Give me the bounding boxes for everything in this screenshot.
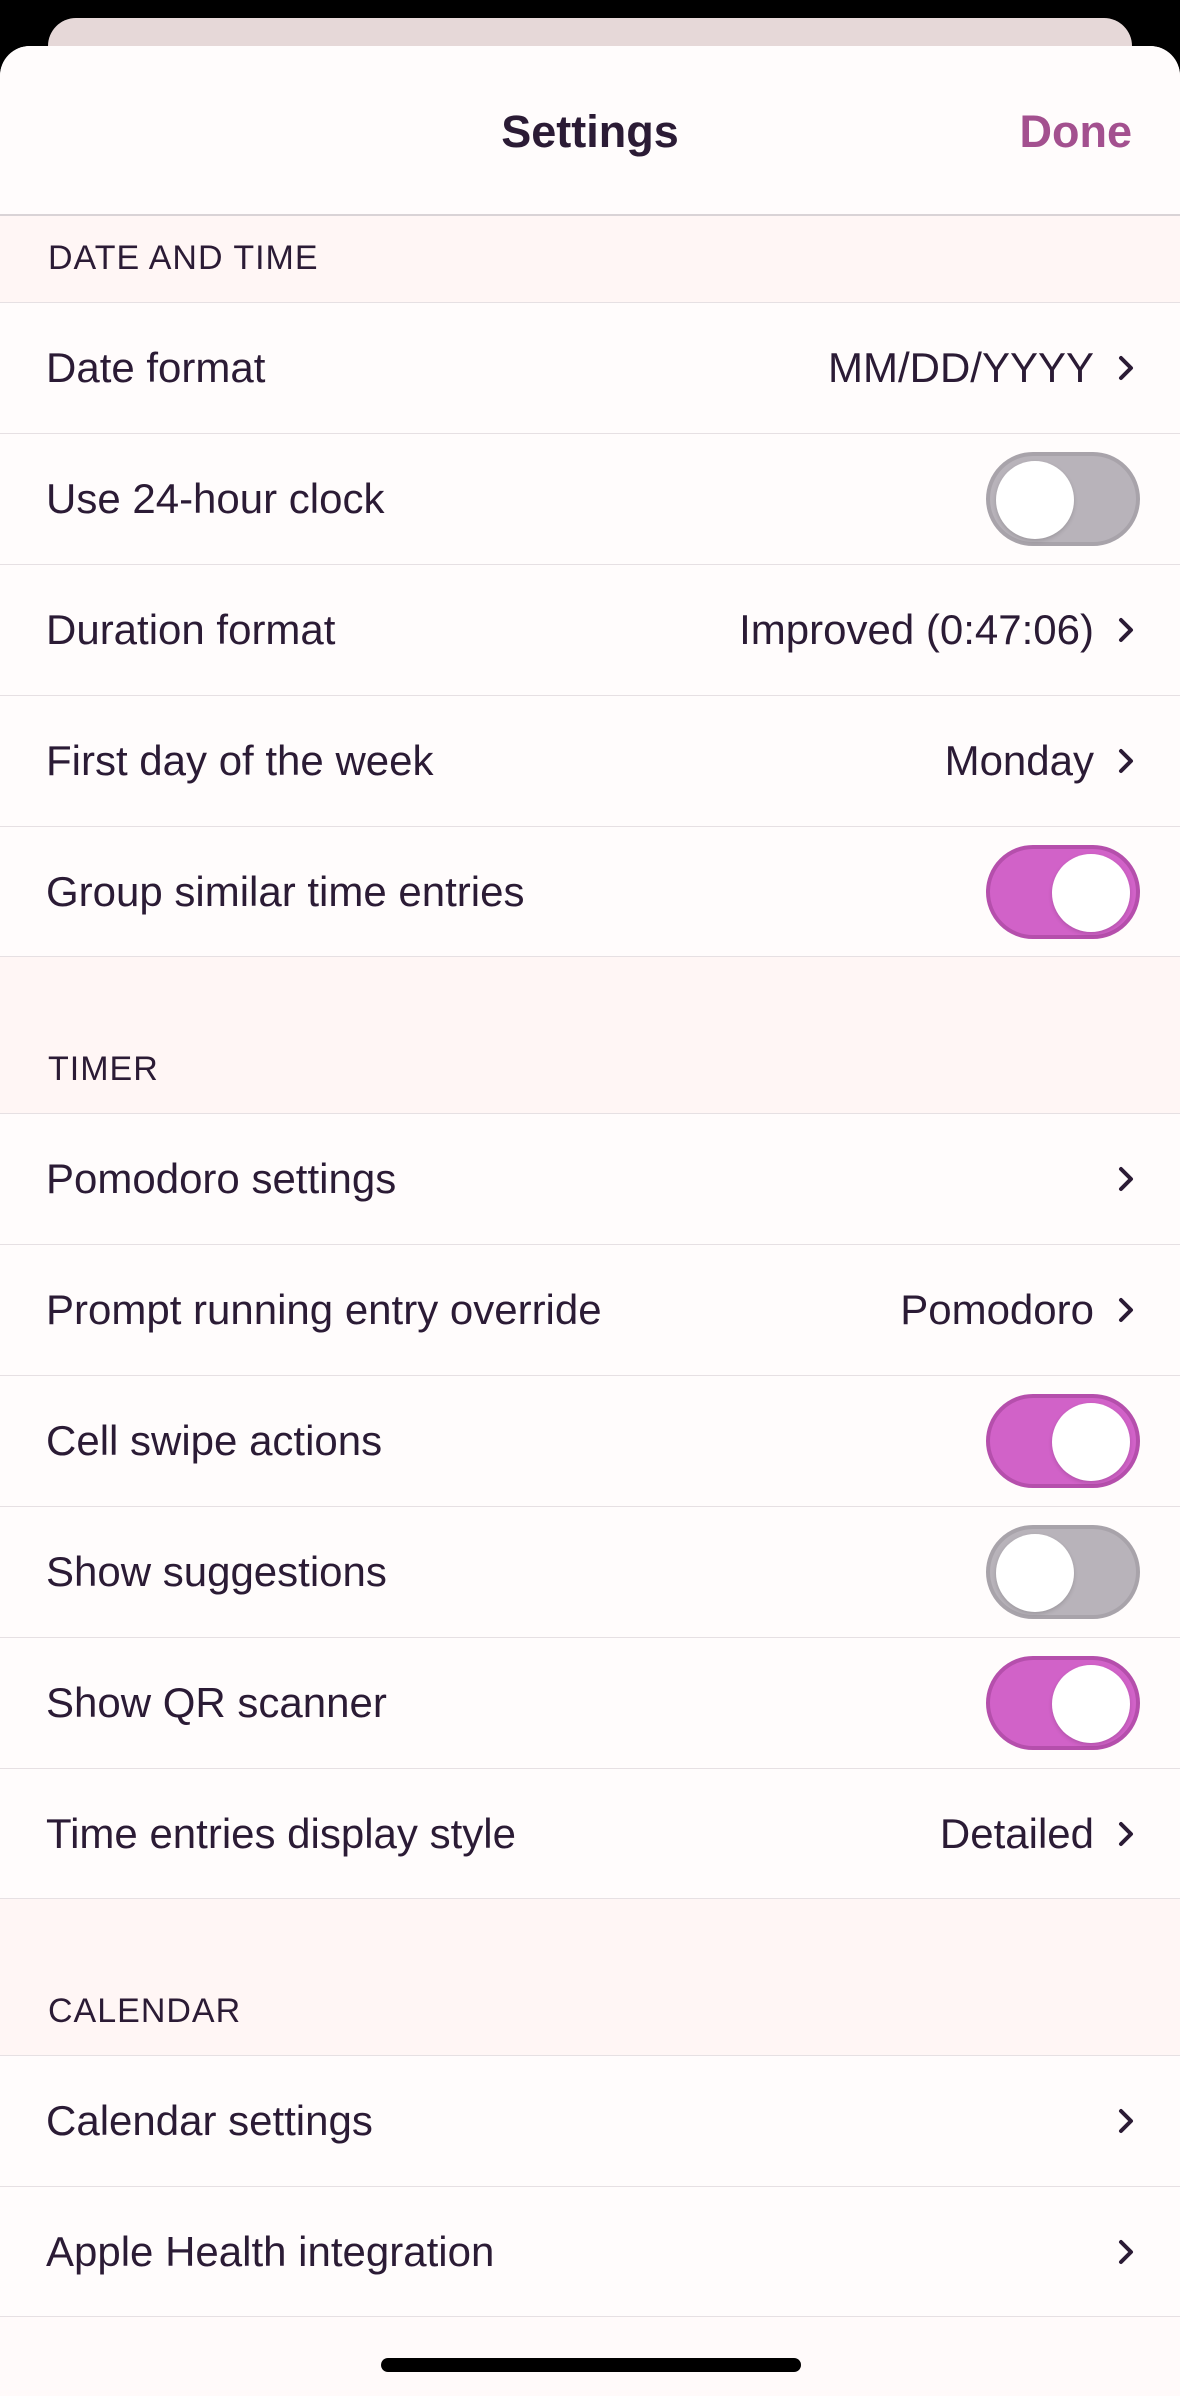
- screen: Settings Done DATE AND TIME Date format …: [0, 0, 1180, 2396]
- row-24-hour-clock: Use 24-hour clock: [0, 433, 1180, 564]
- toggle-cell-swipe-actions[interactable]: [986, 1394, 1140, 1488]
- row-value: Pomodoro: [900, 1286, 1094, 1333]
- done-button[interactable]: Done: [1020, 106, 1133, 158]
- settings-sheet: Settings Done DATE AND TIME Date format …: [0, 46, 1180, 2396]
- row-show-qr-scanner: Show QR scanner: [0, 1637, 1180, 1768]
- section-header-label: TIMER: [48, 1050, 159, 1088]
- row-label: Show QR scanner: [46, 1679, 387, 1726]
- row-label: Use 24-hour clock: [46, 475, 385, 522]
- row-label: Date format: [46, 344, 266, 391]
- row-time-entries-display-style[interactable]: Time entries display style Detailed: [0, 1768, 1180, 1899]
- chevron-right-icon: [1119, 2239, 1133, 2264]
- toggle-knob: [1052, 1403, 1130, 1481]
- row-label: Group similar time entries: [46, 867, 525, 915]
- row-value: Monday: [944, 737, 1094, 784]
- row-calendar-settings[interactable]: Calendar settings: [0, 2055, 1180, 2186]
- toggle-show-suggestions[interactable]: [986, 1525, 1140, 1619]
- toggle-24-hour-clock[interactable]: [986, 452, 1140, 546]
- row-label: Cell swipe actions: [46, 1417, 383, 1464]
- chevron-right-icon: [1119, 2109, 1133, 2133]
- row-group-similar-entries: Group similar time entries: [0, 826, 1180, 957]
- row-value: MM/DD/YYYY: [827, 344, 1094, 391]
- toggle-show-qr-scanner[interactable]: [986, 1656, 1140, 1750]
- page-title: Settings: [501, 106, 679, 157]
- toggle-group-similar-entries[interactable]: [986, 844, 1140, 939]
- section-header-date-time: DATE AND TIME: [0, 216, 1180, 302]
- row-label: Calendar settings: [46, 2097, 373, 2144]
- chevron-right-icon: [1119, 1821, 1133, 1846]
- section-header-calendar: CALENDAR: [0, 1899, 1180, 2055]
- chevron-right-icon: [1119, 749, 1133, 773]
- toggle-knob: [1052, 853, 1130, 932]
- chevron-right-icon: [1119, 1167, 1133, 1191]
- home-indicator[interactable]: [381, 2358, 801, 2372]
- row-date-format[interactable]: Date format MM/DD/YYYY: [0, 302, 1180, 433]
- chevron-right-icon: [1119, 1298, 1133, 1322]
- row-label: Apple Health integration: [46, 2227, 495, 2275]
- row-show-suggestions: Show suggestions: [0, 1506, 1180, 1637]
- row-pomodoro-settings[interactable]: Pomodoro settings: [0, 1113, 1180, 1244]
- toggle-knob: [996, 1534, 1074, 1612]
- group-timer: Pomodoro settings Prompt running entry o…: [0, 1113, 1180, 1899]
- row-value: Detailed: [939, 1809, 1094, 1857]
- row-label: Time entries display style: [46, 1809, 516, 1857]
- row-prompt-running-entry-override[interactable]: Prompt running entry override Pomodoro: [0, 1244, 1180, 1375]
- chevron-right-icon: [1119, 618, 1133, 642]
- row-label: Pomodoro settings: [46, 1155, 397, 1202]
- row-label: Show suggestions: [46, 1548, 387, 1595]
- row-label: Duration format: [46, 606, 336, 653]
- section-header-label: CALENDAR: [48, 1992, 242, 2030]
- group-calendar: Calendar settings Apple Health integrati…: [0, 2055, 1180, 2317]
- group-date-time: Date format MM/DD/YYYY Use 24-hour clock…: [0, 302, 1180, 957]
- section-header-timer: TIMER: [0, 957, 1180, 1113]
- row-apple-health-integration[interactable]: Apple Health integration: [0, 2186, 1180, 2317]
- row-first-day-of-week[interactable]: First day of the week Monday: [0, 695, 1180, 826]
- toggle-knob: [996, 461, 1074, 539]
- section-header-label: DATE AND TIME: [48, 239, 319, 277]
- row-value: Improved (0:47:06): [739, 606, 1094, 653]
- row-cell-swipe-actions: Cell swipe actions: [0, 1375, 1180, 1506]
- toggle-knob: [1052, 1665, 1130, 1743]
- row-label: First day of the week: [46, 737, 434, 784]
- row-label: Prompt running entry override: [46, 1286, 602, 1333]
- chevron-right-icon: [1119, 356, 1133, 380]
- nav-bar: Settings Done: [0, 46, 1180, 216]
- row-duration-format[interactable]: Duration format Improved (0:47:06): [0, 564, 1180, 695]
